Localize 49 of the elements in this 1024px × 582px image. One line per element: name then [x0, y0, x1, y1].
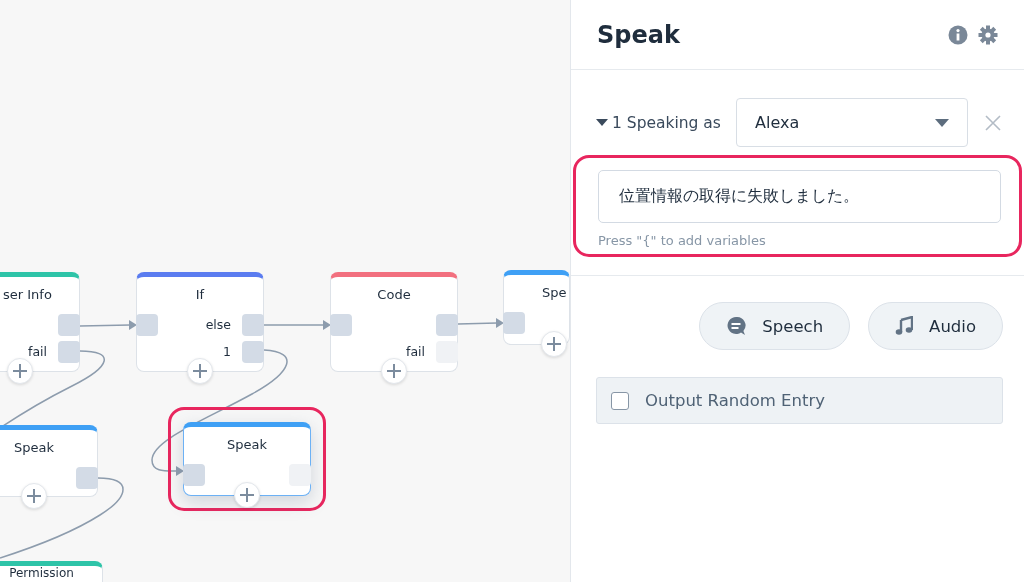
output-port[interactable]	[289, 464, 311, 486]
speaking-label: 1 Speaking as	[612, 113, 721, 132]
voice-dropdown[interactable]: Alexa	[736, 98, 968, 147]
input-port[interactable]	[503, 312, 525, 334]
node-title: Code	[376, 287, 412, 302]
node-title: Spe	[542, 285, 567, 300]
flow-node[interactable]: Speak	[0, 425, 98, 497]
flow-node[interactable]: ser Info fail	[0, 272, 80, 372]
connector-line	[457, 318, 504, 328]
caret-icon[interactable]	[596, 118, 608, 127]
port-label: fail	[28, 344, 47, 359]
port-label: else	[205, 317, 231, 332]
output-port[interactable]	[58, 314, 80, 336]
flow-node[interactable]: Permission	[0, 561, 103, 582]
output-port[interactable]	[436, 314, 458, 336]
flow-node[interactable]: Speak	[183, 422, 311, 496]
flow-node[interactable]: If else 1	[136, 272, 264, 372]
input-port[interactable]	[136, 314, 158, 336]
port-label: fail	[406, 344, 425, 359]
panel-title: Speak	[597, 20, 681, 49]
node-title: If	[194, 287, 206, 302]
output-port[interactable]	[58, 341, 80, 363]
output-port[interactable]	[242, 341, 264, 363]
caret-icon	[935, 118, 949, 127]
node-title: ser Info	[3, 287, 52, 302]
node-title: Speak	[226, 437, 268, 452]
output-port[interactable]	[76, 467, 98, 489]
flow-node[interactable]: Code fail	[330, 272, 458, 372]
output-port[interactable]	[436, 341, 458, 363]
checkbox[interactable]	[611, 391, 629, 410]
checkbox-label: Output Random Entry	[645, 391, 826, 410]
settings-icon[interactable]	[978, 24, 998, 45]
hint-text: Press "{" to add variables	[598, 233, 767, 248]
info-icon[interactable]	[948, 24, 968, 45]
audio-button[interactable]: Audio	[868, 302, 1003, 350]
node-title: Permission	[8, 566, 75, 580]
port-label: 1	[223, 344, 231, 359]
speech-button[interactable]: Speech	[699, 302, 851, 350]
output-port[interactable]	[242, 314, 264, 336]
flow-node[interactable]: Spe	[503, 270, 570, 345]
music-note-icon	[895, 316, 914, 336]
node-title: Speak	[13, 440, 55, 455]
input-port[interactable]	[183, 464, 205, 486]
speech-text-field[interactable]: 位置情報の取得に失敗しました。	[598, 170, 1001, 223]
connector-line	[263, 320, 331, 330]
connector-line	[79, 320, 137, 330]
input-port[interactable]	[330, 314, 352, 336]
chat-bubble-icon	[726, 316, 747, 336]
close-icon[interactable]	[984, 113, 1002, 132]
